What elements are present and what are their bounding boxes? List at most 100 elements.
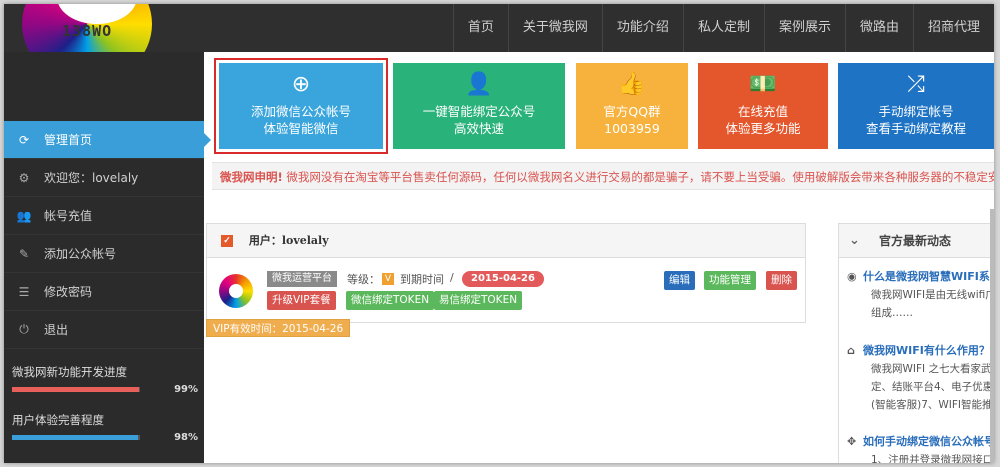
progress-bar: [12, 387, 141, 392]
expire-date-badge: 2015-04-26: [462, 271, 544, 287]
news-item[interactable]: ✥ 如何手动绑定微信公众帐号 1、注册并登录微我网接口: [847, 433, 994, 463]
money-icon: 💵: [749, 72, 777, 97]
sidebar-item-label: 修改密码: [44, 285, 93, 299]
news-panel-header[interactable]: ⌄ 官方最新动态: [839, 224, 994, 258]
tile-line2: 查看手动绑定教程: [865, 121, 966, 136]
plus-circle-icon: ⊕: [291, 72, 311, 97]
progress-ux: 用户体验完善程度 98%: [12, 412, 198, 443]
news-item-line: 微我网WIFI是由无线wifi广告: [871, 289, 994, 301]
tile-line2: 体验智能微信: [263, 121, 339, 136]
vip-validity-tag: VIP有效时间：2015-04-26: [206, 319, 351, 337]
sidebar-item-password[interactable]: ☰ 修改密码: [4, 273, 204, 311]
progress-percent: 99%: [174, 384, 198, 395]
notice-title: 微我网申明!: [220, 170, 283, 184]
account-user-label: 用户：lovelaly: [248, 234, 329, 247]
progress-percent: 98%: [174, 432, 198, 443]
scrollbar[interactable]: [990, 209, 994, 463]
thumbs-up-icon: 👍: [618, 72, 646, 97]
news-item-line: (智能客服)7、WIFI智能推送: [871, 399, 994, 411]
delete-button[interactable]: 删除: [766, 271, 797, 290]
sidebar-item-add-account[interactable]: ✎ 添加公众帐号: [4, 235, 204, 273]
function-manage-button[interactable]: 功能管理: [704, 271, 756, 290]
account-panel-header: ✓ 用户：lovelaly: [207, 224, 805, 258]
progress-fill: [12, 387, 139, 392]
chevron-down-icon: ⌄: [849, 233, 860, 248]
news-item-title: 如何手动绑定微信公众帐号: [863, 435, 994, 448]
logo-text[interactable]: 138WO: [62, 22, 112, 40]
tile-line1: 官方QQ群: [603, 104, 661, 119]
news-item[interactable]: ◉ 什么是微我网智慧WIFI系统 微我网WIFI是由无线wifi广告 组成……: [847, 268, 994, 322]
user-level-icon: ✓: [221, 235, 233, 247]
separator: /: [450, 271, 454, 284]
power-icon: ⏻: [19, 322, 29, 336]
news-item[interactable]: ⌂ 微我网WIFI有什么作用？ 微我网WIFI 之七大看家武器 定、结账平台4、电…: [847, 342, 994, 414]
progress-label: 用户体验完善程度: [12, 413, 104, 427]
tile-line2: 高效快速: [453, 121, 504, 136]
sidebar-item-label: 帐号充值: [44, 209, 93, 223]
sidebar-item-label: 添加公众帐号: [44, 247, 117, 261]
news-item-line: 微我网WIFI 之七大看家武器: [871, 363, 994, 375]
tile-recharge[interactable]: 💵 在线充值 体验更多功能: [698, 63, 828, 149]
wechat-token-button[interactable]: 微信绑定TOKEN: [346, 291, 435, 310]
nav-cases[interactable]: 案例展示: [763, 4, 845, 52]
sidebar-item-label: 管理首页: [44, 133, 93, 147]
home-icon: ⌂: [847, 344, 855, 357]
account-avatar: [219, 274, 253, 308]
logo-inner: [57, 4, 137, 24]
progress-dev: 微我网新功能开发进度 99%: [12, 364, 198, 395]
arrows-icon: ✥: [847, 435, 857, 448]
tile-line1: 手动绑定帐号: [878, 104, 954, 119]
tile-add-account[interactable]: ⊕ 添加微信公众帐号 体验智能微信: [219, 63, 383, 149]
tile-line1: 在线充值: [737, 104, 788, 119]
sidebar-item-logout[interactable]: ⏻ 退出: [4, 311, 204, 349]
quick-tiles: ⊕ 添加微信公众帐号 体验智能微信 👤 一键智能绑定公众号 高效快速 👍 官方Q…: [212, 58, 994, 156]
news-title: 官方最新动态: [879, 234, 952, 248]
nav-router[interactable]: 微路由: [844, 4, 913, 52]
news-item-line: 组成……: [871, 307, 913, 319]
tile-line2: 体验更多功能: [725, 121, 801, 136]
news-panel: ⌄ 官方最新动态 ◉ 什么是微我网智慧WIFI系统 微我网WIFI是由无线wifi…: [838, 223, 994, 463]
notice-text: 微我网没有在淘宝等平台售卖任何源码，任何以微我网名义进行交易的都是骗子，请不要上…: [286, 170, 994, 184]
expire-label: 到期时间: [400, 273, 444, 286]
vip-level-icon: V: [382, 273, 394, 285]
gears-icon: ⚙: [18, 170, 30, 185]
user-icon: 👤: [465, 72, 493, 97]
news-item-title: 微我网WIFI有什么作用？: [863, 344, 990, 357]
rss-icon: ◉: [847, 270, 857, 283]
nav-agent[interactable]: 招商代理: [912, 4, 994, 52]
sidebar-item-label: 退出: [44, 323, 69, 337]
upgrade-vip-button[interactable]: 升级VIP套餐: [267, 291, 336, 310]
news-item-line: 1、注册并登录微我网接口: [871, 454, 994, 463]
sidebar-item-recharge[interactable]: 👥 帐号充值: [4, 197, 204, 235]
sidebar-menu: ⟳ 管理首页 ⚙ 欢迎您：lovelaly 👥 帐号充值 ✎ 添加公众帐号 ☰ …: [4, 121, 211, 349]
pencil-icon: ✎: [18, 246, 30, 261]
progress-label: 微我网新功能开发进度: [12, 365, 127, 379]
sidebar: ⟳ 管理首页 ⚙ 欢迎您：lovelaly 👥 帐号充值 ✎ 添加公众帐号 ☰ …: [4, 52, 211, 463]
tile-bind-account[interactable]: 👤 一键智能绑定公众号 高效快速: [393, 63, 565, 149]
yixin-token-button[interactable]: 易信绑定TOKEN: [434, 291, 523, 310]
refresh-icon: ⟳: [18, 132, 30, 147]
main-nav: 首页 关于微我网 功能介绍 私人定制 案例展示 微路由 招商代理: [452, 4, 994, 52]
sidebar-item-dashboard[interactable]: ⟳ 管理首页: [4, 121, 211, 159]
tile-manual-bind[interactable]: ⤮ 手动绑定帐号 查看手动绑定教程: [838, 63, 994, 149]
account-panel: ✓ 用户：lovelaly 微我运营平台 等级： V 到期时间 / 2015-0…: [206, 223, 806, 323]
shuffle-icon: ⤮: [907, 72, 925, 97]
edit-button[interactable]: 编辑: [664, 271, 695, 290]
browser-frame: 138WO 首页 关于微我网 功能介绍 私人定制 案例展示 微路由 招商代理 ⟳…: [4, 4, 994, 463]
notice-banner: 微我网申明! 微我网没有在淘宝等平台售卖任何源码，任何以微我网名义进行交易的都是…: [212, 162, 994, 190]
sidebar-item-welcome[interactable]: ⚙ 欢迎您：lovelaly: [4, 159, 204, 197]
tile-line1: 添加微信公众帐号: [250, 104, 351, 119]
progress-bar: [12, 435, 141, 440]
tile-qq-group[interactable]: 👍 官方QQ群 1003959: [576, 63, 688, 149]
level-label: 等级：: [347, 273, 380, 286]
platform-badge: 微我运营平台: [267, 271, 337, 287]
progress-fill: [12, 435, 138, 440]
sidebar-item-label: 欢迎您：lovelaly: [44, 171, 139, 185]
nav-custom[interactable]: 私人定制: [682, 4, 764, 52]
users-icon: 👥: [16, 208, 32, 223]
top-navbar: 138WO 首页 关于微我网 功能介绍 私人定制 案例展示 微路由 招商代理: [4, 4, 994, 84]
nav-features[interactable]: 功能介绍: [601, 4, 683, 52]
tile-line1: 一键智能绑定公众号: [422, 104, 536, 119]
nav-home[interactable]: 首页: [452, 4, 508, 52]
nav-about[interactable]: 关于微我网: [507, 4, 602, 52]
